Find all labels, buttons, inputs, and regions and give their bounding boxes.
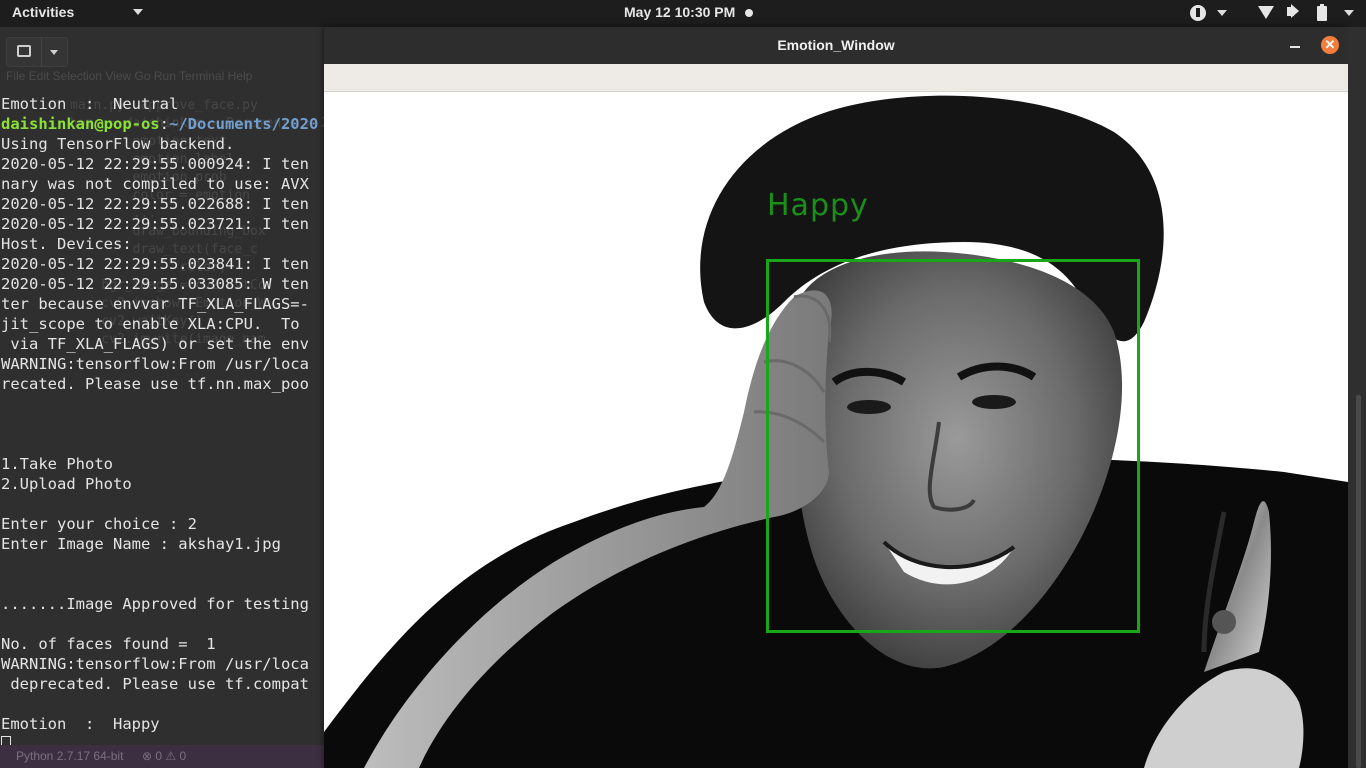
wifi-icon[interactable]: [1258, 6, 1274, 19]
emotion-label: Happy: [767, 188, 869, 223]
problems-status: ⊗ 0 ⚠ 0: [142, 749, 187, 763]
window-titlebar[interactable]: Emotion_Window ✕: [324, 27, 1348, 64]
python-version-status: Python 2.7.17 64-bit: [16, 749, 124, 763]
background-editor-statusbar: Python 2.7.17 64-bit ⊗ 0 ⚠ 0: [0, 745, 324, 768]
face-bounding-box: [766, 259, 1140, 633]
close-icon[interactable]: ✕: [1321, 36, 1339, 54]
chevron-down-icon[interactable]: [50, 50, 58, 55]
terminal-output[interactable]: Emotion : Neutral daishinkan@pop-os:~/Do…: [1, 94, 318, 734]
terminal-lines: Using TensorFlow backend. 2020-05-12 22:…: [1, 135, 309, 733]
button-divider: [41, 38, 42, 66]
terminal-window[interactable]: File Edit Selection View Go Run Terminal…: [0, 27, 324, 768]
photo-canvas: Happy: [324, 92, 1348, 768]
background-editor-menu: File Edit Selection View Go Run Terminal…: [6, 69, 253, 83]
volume-icon[interactable]: [1287, 7, 1294, 16]
prompt-user: daishinkan@pop-os: [1, 115, 160, 133]
activities-button[interactable]: Activities: [12, 4, 74, 20]
prompt-separator: :: [159, 115, 169, 133]
terminal-scrollbar[interactable]: [1356, 395, 1361, 768]
app-menu-chevron-icon[interactable]: [133, 9, 143, 15]
new-tab-icon: [17, 45, 31, 57]
minimize-icon[interactable]: [1290, 46, 1300, 48]
terminal-header: [0, 27, 324, 74]
top-bar: Activities May 12 10:30 PM: [0, 0, 1366, 27]
accessibility-chevron-icon[interactable]: [1217, 10, 1227, 16]
new-tab-button[interactable]: [6, 37, 68, 67]
battery-icon[interactable]: [1317, 4, 1327, 21]
accessibility-icon[interactable]: [1190, 5, 1206, 21]
window-toolbar: [324, 64, 1348, 92]
window-title: Emotion_Window: [777, 37, 895, 53]
clock[interactable]: May 12 10:30 PM: [624, 4, 735, 20]
prompt-path: ~/Documents/2020: [168, 115, 319, 133]
system-menu-chevron-icon[interactable]: [1344, 10, 1354, 16]
emotion-window[interactable]: Emotion_Window ✕ Happy: [324, 27, 1348, 768]
terminal-line: Emotion : Neutral: [1, 95, 179, 113]
notification-dot-icon: [745, 9, 753, 17]
